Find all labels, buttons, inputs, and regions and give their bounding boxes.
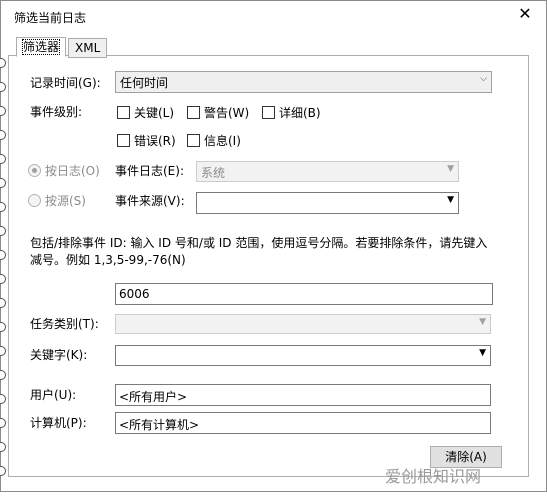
computer-input[interactable]: <所有计算机> <box>115 412 491 434</box>
error-label: 错误(R) <box>134 134 176 148</box>
verbose-checkbox[interactable] <box>262 106 275 119</box>
background-radio-icon <box>0 418 6 428</box>
keywords-select[interactable]: ▼ <box>115 345 491 366</box>
event-log-label: 事件日志(E): <box>115 164 184 178</box>
user-label: 用户(U): <box>30 388 77 402</box>
background-radio-icon <box>0 298 6 308</box>
event-source-label: 事件来源(V): <box>115 194 185 208</box>
critical-label: 关键(L) <box>134 106 175 120</box>
watermark-text: 爱创根知识网 <box>385 467 482 486</box>
chevron-down-icon: ▼ <box>447 164 454 174</box>
task-category-label: 任务类别(T): <box>30 317 99 331</box>
information-checkbox[interactable] <box>187 134 200 147</box>
background-radio-icon <box>0 394 6 404</box>
keywords-label: 关键字(K): <box>30 348 88 362</box>
computer-label: 计算机(P): <box>30 416 87 430</box>
event-id-input[interactable]: 6006 <box>115 283 493 305</box>
background-radio-icon <box>0 250 6 260</box>
background-radio-icon <box>0 58 6 68</box>
background-radio-icon <box>0 346 6 356</box>
computer-value: <所有计算机> <box>119 418 200 432</box>
background-radio-icon <box>0 466 6 476</box>
event-id-help-line1: 包括/排除事件 ID: 输入 ID 号和/或 ID 范围，使用逗号分隔。若要排除… <box>30 236 488 250</box>
event-log-value: 系统 <box>201 166 226 180</box>
chevron-down-icon: ▼ <box>479 348 486 358</box>
background-radio-icon <box>0 322 6 332</box>
by-source-radio[interactable] <box>28 194 41 207</box>
tab-filter[interactable]: 筛选器 <box>16 37 67 57</box>
background-radio-icon <box>0 274 6 284</box>
critical-checkbox[interactable] <box>117 106 130 119</box>
by-log-radio[interactable] <box>28 164 41 177</box>
radio-selected-icon <box>32 168 37 173</box>
chevron-down-icon: ⌵ <box>480 74 487 84</box>
event-log-select[interactable]: 系统 ▼ <box>196 161 459 182</box>
event-source-select[interactable]: ▼ <box>196 192 459 214</box>
chevron-down-icon: ▼ <box>479 317 486 327</box>
information-label: 信息(I) <box>204 134 241 148</box>
event-id-value: 6006 <box>119 287 150 301</box>
background-radio-icon <box>0 82 6 92</box>
event-level-label: 事件级别: <box>30 105 83 119</box>
verbose-label: 详细(B) <box>279 106 321 120</box>
background-radio-icon <box>0 154 6 164</box>
user-value: <所有用户> <box>119 390 188 404</box>
tab-xml[interactable]: XML <box>68 38 108 58</box>
close-icon[interactable]: ✕ <box>517 5 533 23</box>
background-radio-icon <box>0 130 6 140</box>
background-radio-icon <box>0 106 6 116</box>
chevron-down-icon: ▼ <box>447 195 454 205</box>
warning-checkbox[interactable] <box>187 106 200 119</box>
logged-select[interactable]: 任何时间 ⌵ <box>115 71 492 93</box>
background-radio-icon <box>0 202 6 212</box>
user-input[interactable]: <所有用户> <box>115 384 491 406</box>
task-category-select[interactable]: ▼ <box>115 314 491 334</box>
warning-label: 警告(W) <box>204 106 250 120</box>
by-source-label: 按源(S) <box>45 194 86 208</box>
logged-label: 记录时间(G): <box>30 76 101 90</box>
background-radio-icon <box>0 442 6 452</box>
error-checkbox[interactable] <box>117 134 130 147</box>
event-id-help-line2: 减号。例如 1,3,5-99,-76(N) <box>30 253 186 267</box>
background-radio-icon <box>0 178 6 188</box>
background-radio-icon <box>0 370 6 380</box>
window-title: 筛选当前日志 <box>14 11 87 25</box>
by-log-label: 按日志(O) <box>45 164 100 178</box>
logged-value: 任何时间 <box>120 76 169 90</box>
background-radio-icon <box>0 226 6 236</box>
